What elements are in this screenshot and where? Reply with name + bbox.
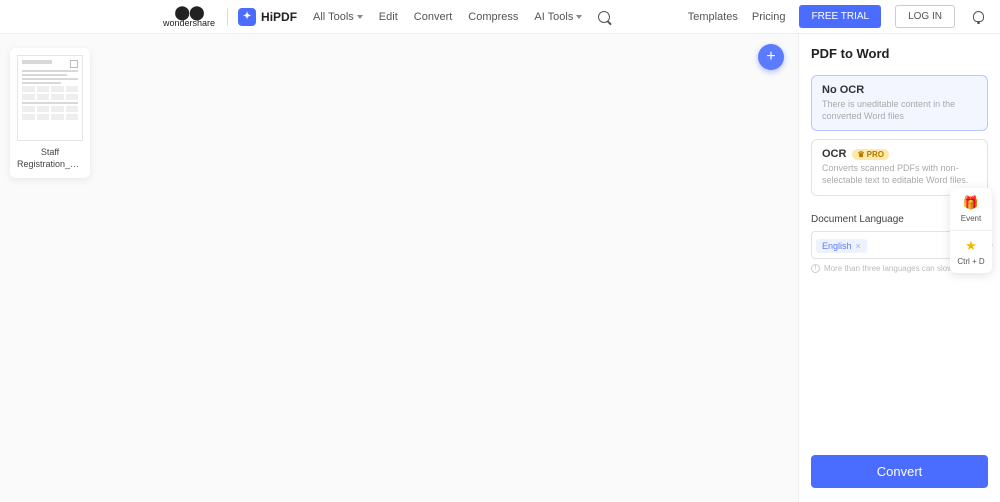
document-preview-icon [17, 55, 83, 141]
option-title: OCR [822, 148, 846, 160]
right-nav: Templates Pricing FREE TRIAL LOG IN [688, 5, 990, 28]
add-file-button[interactable]: + [758, 44, 784, 70]
panel-title: PDF to Word [811, 46, 988, 61]
event-label: Event [961, 214, 981, 223]
remove-chip-icon[interactable]: × [856, 241, 861, 251]
gift-icon: 🎁 [963, 195, 979, 211]
option-title: No OCR [822, 84, 977, 96]
nav-edit[interactable]: Edit [379, 11, 398, 23]
chevron-down-icon [576, 15, 582, 19]
floating-toolbar: 🎁 Event ★ Ctrl + D [950, 188, 992, 273]
brand-name: wondershare [163, 19, 215, 28]
divider [227, 8, 228, 26]
language-chip-label: English [822, 241, 852, 251]
notification-bell-icon[interactable] [973, 11, 984, 22]
star-icon: ★ [965, 238, 977, 254]
file-thumbnail-card[interactable]: Staff Registration_v2… [10, 48, 90, 178]
shortcut-label: Ctrl + D [957, 257, 984, 266]
nav-pricing[interactable]: Pricing [752, 11, 786, 23]
app-logo[interactable]: ✦ HiPDF [238, 8, 297, 26]
bookmark-shortcut-button[interactable]: ★ Ctrl + D [950, 230, 992, 273]
option-no-ocr[interactable]: No OCR There is uneditable content in th… [811, 75, 988, 131]
nav-all-tools[interactable]: All Tools [313, 11, 363, 23]
nav-templates[interactable]: Templates [688, 11, 738, 23]
language-chip: English × [816, 239, 867, 253]
option-desc: There is uneditable content in the conve… [822, 99, 977, 122]
search-icon[interactable] [598, 11, 610, 23]
log-in-button[interactable]: LOG IN [895, 5, 955, 28]
workspace-canvas: Staff Registration_v2… + [0, 34, 798, 502]
file-name-label: Staff Registration_v2… [17, 147, 83, 170]
convert-button[interactable]: Convert [811, 455, 988, 488]
main-nav: All Tools Edit Convert Compress AI Tools [313, 11, 610, 23]
plus-icon: + [766, 48, 775, 66]
pro-badge: PRO [852, 149, 889, 160]
header-bar: ⬤⬤ wondershare ✦ HiPDF All Tools Edit Co… [0, 0, 1000, 34]
option-desc: Converts scanned PDFs with non-selectabl… [822, 163, 977, 186]
nav-label: All Tools [313, 11, 354, 23]
app-name: HiPDF [261, 10, 297, 24]
free-trial-button[interactable]: FREE TRIAL [799, 5, 881, 28]
nav-convert[interactable]: Convert [414, 11, 453, 23]
nav-ai-tools[interactable]: AI Tools [534, 11, 582, 23]
main-area: Staff Registration_v2… + PDF to Word No … [0, 34, 1000, 502]
nav-label: AI Tools [534, 11, 573, 23]
event-button[interactable]: 🎁 Event [950, 188, 992, 230]
chevron-down-icon [357, 15, 363, 19]
app-badge-icon: ✦ [238, 8, 256, 26]
info-icon: ! [811, 264, 820, 273]
brand-logo[interactable]: ⬤⬤ wondershare [163, 5, 215, 28]
brand-glyph-icon: ⬤⬤ [174, 5, 203, 19]
nav-compress[interactable]: Compress [468, 11, 518, 23]
